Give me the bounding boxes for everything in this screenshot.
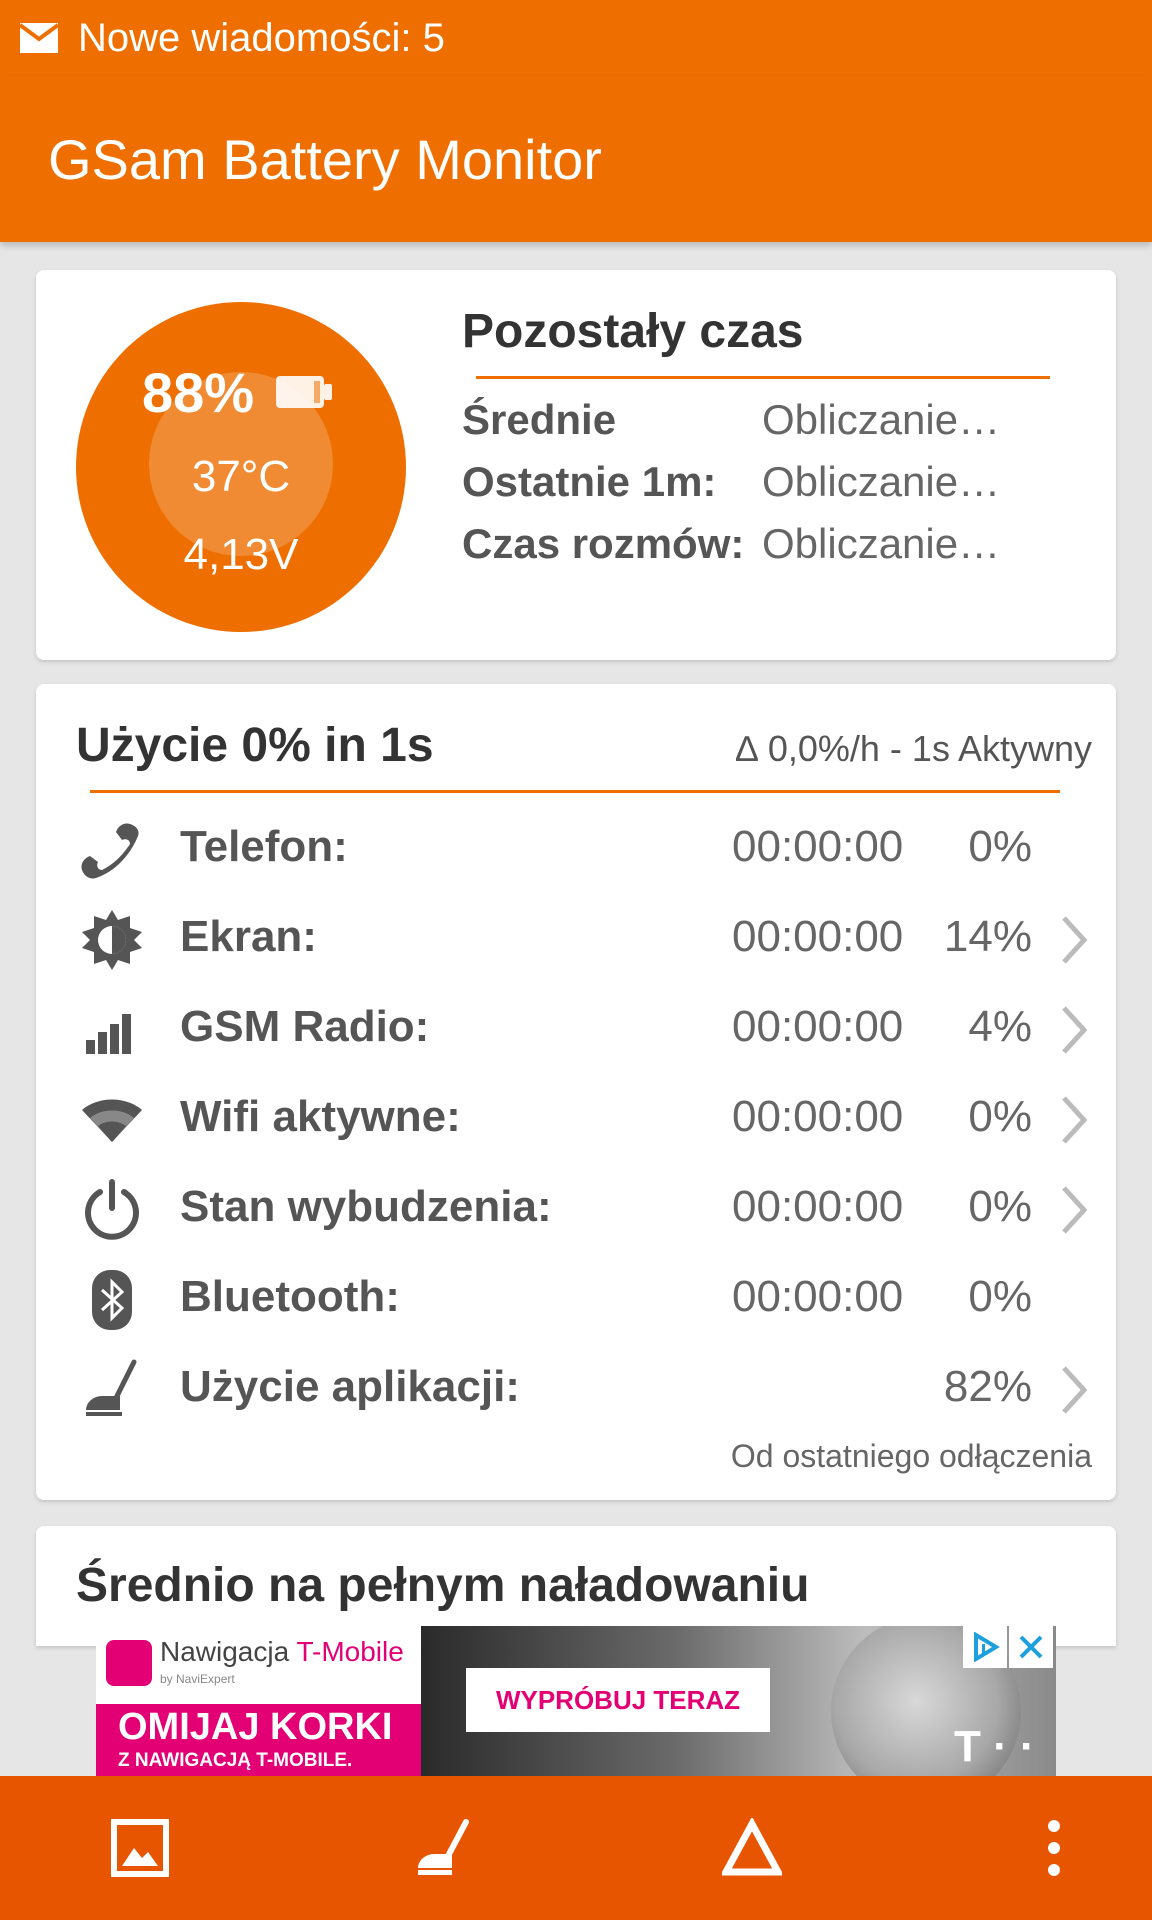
usage-time: 00:00:00 xyxy=(732,1182,904,1231)
ad-slogan-main: OMIJAJ KORKI xyxy=(118,1706,393,1748)
image-button[interactable] xyxy=(104,1812,176,1884)
ad-brand-name: Nawigacja T-Mobile xyxy=(160,1636,404,1668)
usage-percent: 0% xyxy=(968,822,1032,871)
app-usage-button[interactable] xyxy=(408,1812,480,1884)
battery-gauge[interactable]: 88% 37°C 4,13V xyxy=(76,302,406,632)
usage-name: Ekran: xyxy=(180,912,317,961)
usage-name: Telefon: xyxy=(180,822,348,871)
usage-time: 00:00:00 xyxy=(732,1092,904,1141)
chevron-right-icon xyxy=(1062,1096,1088,1144)
usage-name: GSM Radio: xyxy=(180,1002,430,1051)
usage-footnote: Od ostatniego odłączenia xyxy=(730,1438,1092,1474)
ad-corner-logo: T · · xyxy=(954,1722,1035,1771)
battery-level: 88% xyxy=(142,361,255,424)
usage-time: 00:00:00 xyxy=(732,912,904,961)
battery-temperature: 37°C xyxy=(191,452,291,501)
brightness-icon xyxy=(82,910,142,970)
battery-voltage: 4,13V xyxy=(183,530,299,579)
divider xyxy=(90,790,1060,793)
remaining-label: Średnie xyxy=(462,396,617,443)
mail-icon xyxy=(20,23,58,53)
usage-percent: 0% xyxy=(968,1272,1032,1321)
signal-bars-icon xyxy=(86,1014,131,1054)
usage-time: 00:00:00 xyxy=(732,822,904,871)
usage-row-bluetooth[interactable]: Bluetooth: 00:00:00 0% xyxy=(36,1256,1116,1340)
chevron-right-icon xyxy=(1062,1006,1088,1054)
usage-row-wifi[interactable]: Wifi aktywne: 00:00:00 0% xyxy=(36,1076,1116,1160)
usage-percent: 14% xyxy=(943,912,1032,961)
remaining-value: Obliczanie… xyxy=(762,520,1001,567)
wifi-icon xyxy=(82,1099,142,1142)
divider xyxy=(476,376,1050,379)
battery-icon xyxy=(276,376,332,408)
usage-row-awake-state[interactable]: Stan wybudzenia: 00:00:00 0% xyxy=(36,1166,1116,1250)
usage-name: Użycie aplikacji: xyxy=(180,1362,520,1411)
usage-row-screen[interactable]: Ekran: 00:00:00 14% xyxy=(36,896,1116,980)
delta-button[interactable] xyxy=(716,1812,788,1884)
broom-icon xyxy=(418,1819,469,1875)
usage-time: 00:00:00 xyxy=(732,1002,904,1051)
app-title: GSam Battery Monitor xyxy=(48,127,602,191)
usage-name: Bluetooth: xyxy=(180,1272,400,1321)
ad-close-icon[interactable] xyxy=(1009,1626,1053,1668)
more-vert-icon xyxy=(1048,1820,1060,1876)
ad-slogan-sub: Z NAWIGACJĄ T-MOBILE. xyxy=(118,1750,353,1771)
ad-brand-highlight: T-Mobile xyxy=(296,1636,404,1667)
ad-cta-button[interactable]: WYPRÓBUJ TERAZ xyxy=(466,1668,770,1732)
adchoices-icon[interactable] xyxy=(963,1626,1007,1668)
usage-percent: 0% xyxy=(968,1182,1032,1231)
usage-card: Użycie 0% in 1s ∆ 0,0%/h - 1s Aktywny Te… xyxy=(36,684,1116,1500)
usage-row-app-usage[interactable]: Użycie aplikacji: 82% xyxy=(36,1346,1116,1430)
remaining-label: Czas rozmów: xyxy=(462,520,745,567)
broom-icon xyxy=(86,1359,137,1416)
ad-banner[interactable]: Nawigacja T-Mobile by NaviExpert OMIJAJ … xyxy=(96,1626,1056,1776)
battery-summary-card: 88% 37°C 4,13V Pozostały czas Średnie Ob… xyxy=(36,270,1116,660)
ad-slogan: OMIJAJ KORKI Z NAWIGACJĄ T-MOBILE. xyxy=(96,1704,421,1776)
usage-row-phone[interactable]: Telefon: 00:00:00 0% xyxy=(36,806,1116,890)
usage-row-gsm-radio[interactable]: GSM Radio: 00:00:00 4% xyxy=(36,986,1116,1070)
remaining-label: Ostatnie 1m: xyxy=(462,458,717,505)
adchoices-glyph xyxy=(974,1632,1000,1662)
chevron-right-icon xyxy=(1062,916,1088,964)
phone-icon xyxy=(81,823,139,879)
power-icon xyxy=(85,1179,139,1240)
remaining-value: Obliczanie… xyxy=(762,396,1001,443)
ad-brand-sub: by NaviExpert xyxy=(160,1672,235,1686)
bottom-action-bar xyxy=(0,1776,1152,1920)
app-bar: GSam Battery Monitor xyxy=(0,76,1152,242)
usage-percent: 4% xyxy=(968,1002,1032,1051)
usage-title: Użycie 0% in 1s xyxy=(76,719,434,772)
image-icon xyxy=(111,1819,169,1877)
remaining-title: Pozostały czas xyxy=(462,305,804,358)
ad-brand-prefix: Nawigacja xyxy=(160,1636,297,1667)
usage-time: 00:00:00 xyxy=(732,1272,904,1321)
ad-logo xyxy=(106,1640,152,1686)
delta-icon xyxy=(722,1818,782,1876)
bluetooth-icon xyxy=(92,1270,132,1330)
close-glyph xyxy=(1019,1635,1043,1659)
usage-percent: 0% xyxy=(968,1092,1032,1141)
usage-delta: ∆ 0,0%/h - 1s Aktywny xyxy=(735,728,1092,769)
status-bar: Nowe wiadomości: 5 xyxy=(0,0,1152,76)
chevron-right-icon xyxy=(1062,1366,1088,1414)
remaining-value: Obliczanie… xyxy=(762,458,1001,505)
more-options-button[interactable] xyxy=(1018,1812,1090,1884)
average-card-title: Średnio na pełnym naładowaniu xyxy=(76,1559,810,1612)
usage-percent: 82% xyxy=(943,1362,1032,1411)
usage-name: Stan wybudzenia: xyxy=(180,1182,552,1231)
notification-text: Nowe wiadomości: 5 xyxy=(78,15,445,60)
chevron-right-icon xyxy=(1062,1186,1088,1234)
ad-brand: Nawigacja T-Mobile by NaviExpert xyxy=(96,1626,421,1704)
usage-name: Wifi aktywne: xyxy=(180,1092,461,1141)
